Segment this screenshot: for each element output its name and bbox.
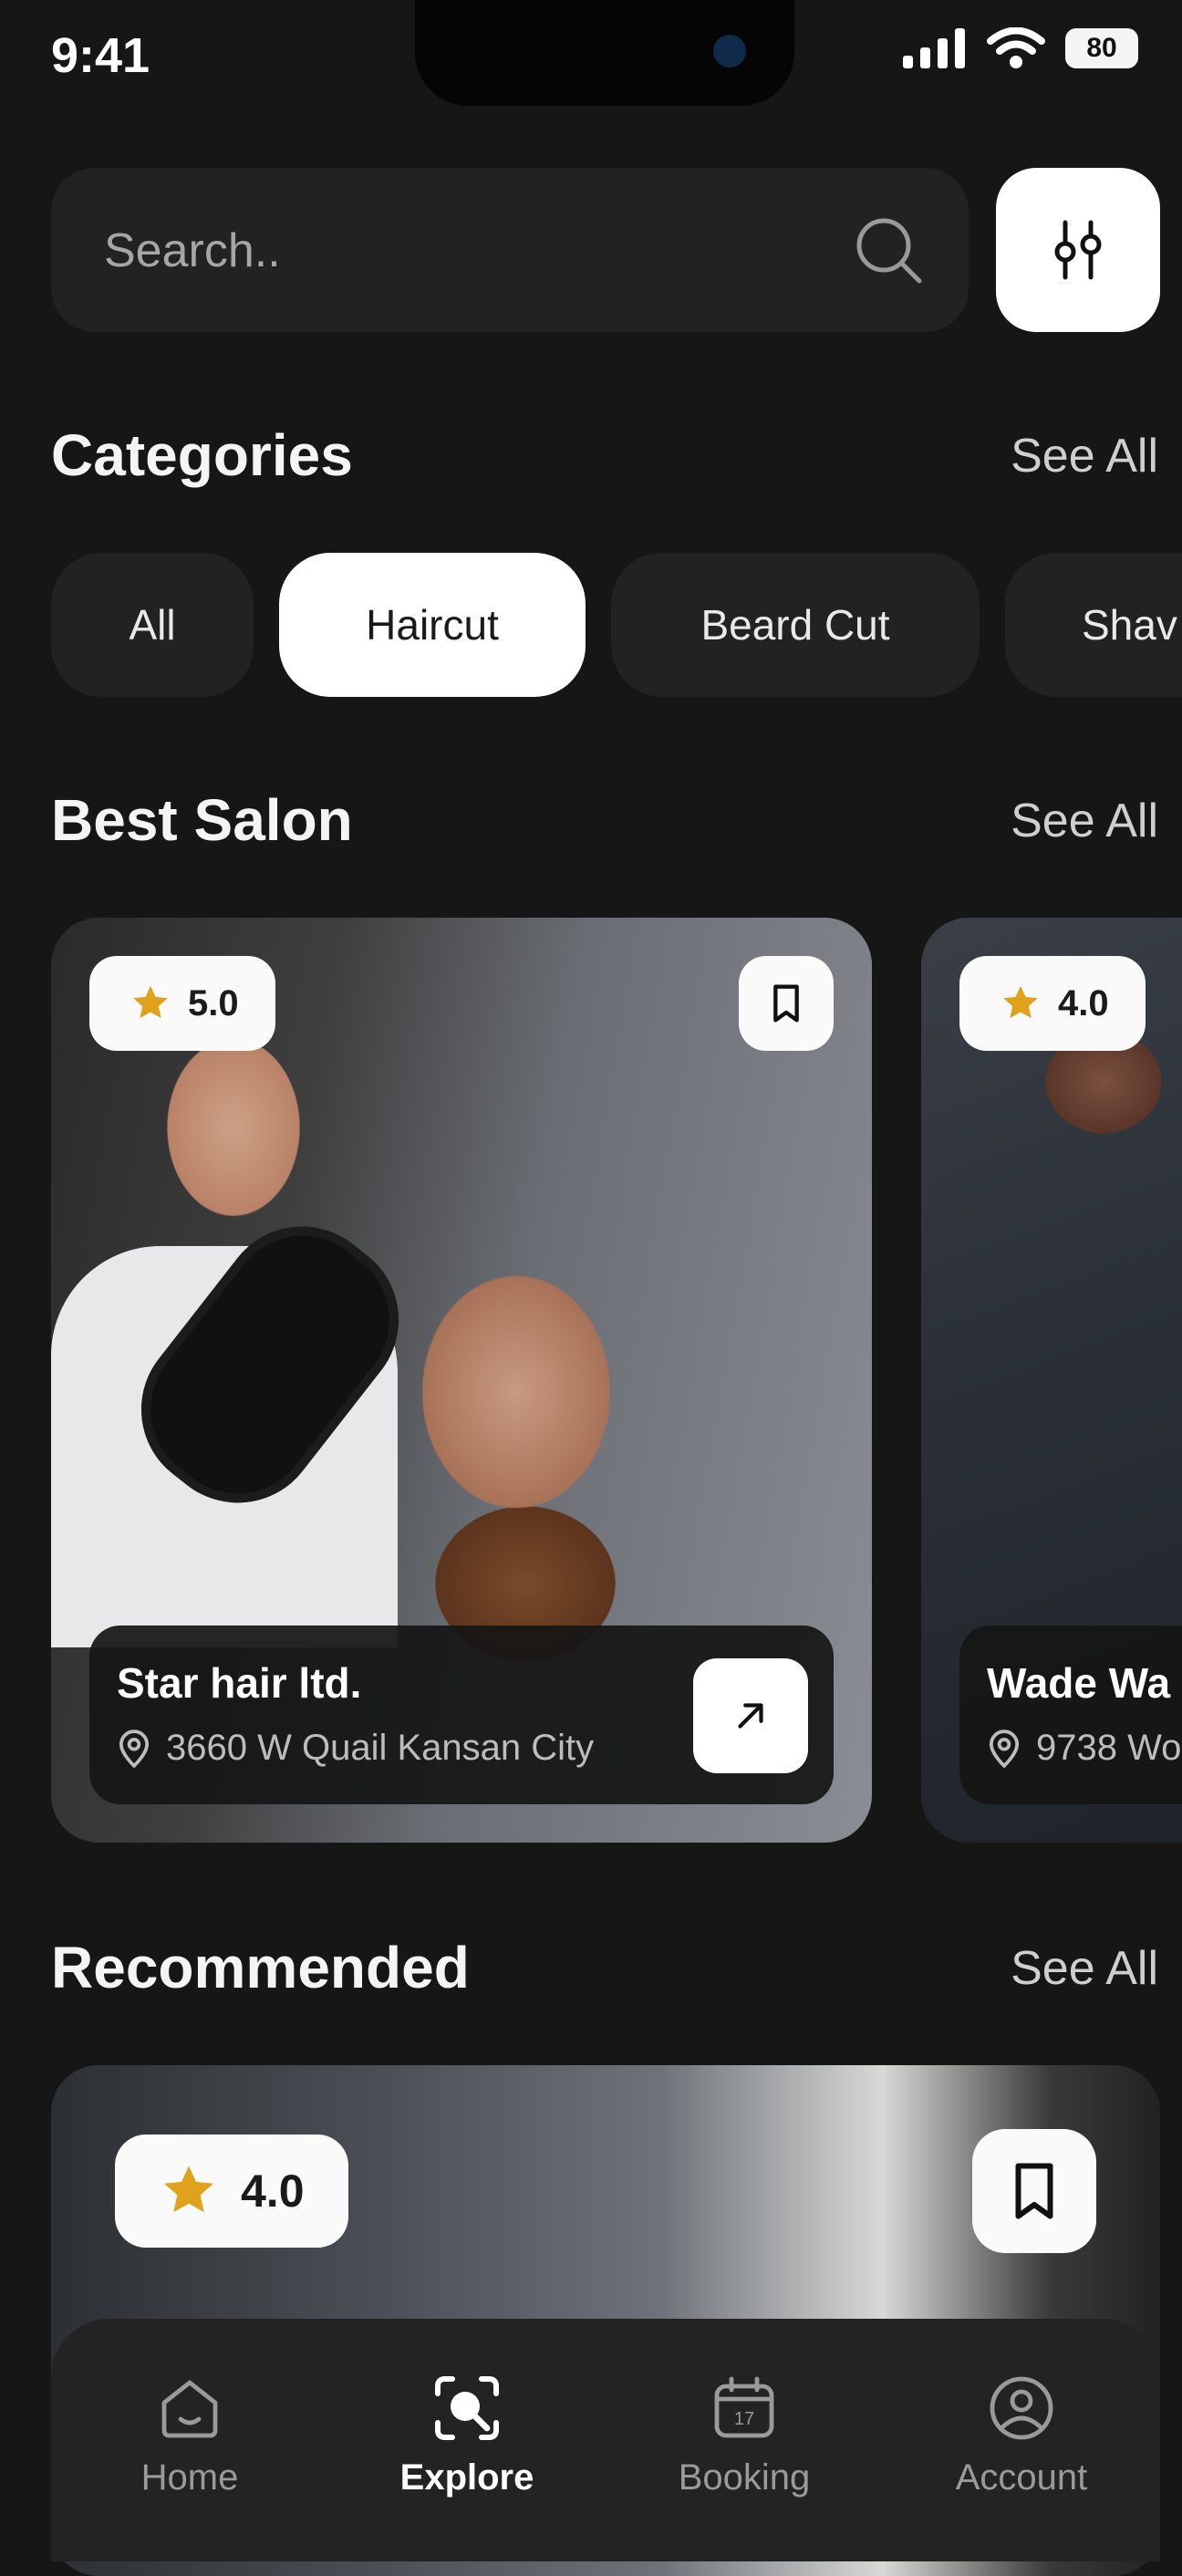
explore-icon bbox=[435, 2376, 499, 2440]
location-pin-icon bbox=[989, 1729, 1020, 1768]
recommended-title: Recommended bbox=[51, 1935, 470, 2000]
salon-address: 9738 Wo bbox=[987, 1728, 1181, 1769]
filter-button[interactable] bbox=[996, 168, 1160, 332]
bottom-nav: Home Explore 17 Booking Account bbox=[51, 2319, 1160, 2561]
nav-home-label: Home bbox=[140, 2457, 239, 2498]
best-salon-title: Best Salon bbox=[51, 787, 353, 853]
status-time: 9:41 bbox=[51, 28, 150, 83]
salon-address-text: 9738 Wo bbox=[1036, 1728, 1182, 1768]
open-salon-button[interactable] bbox=[693, 1658, 808, 1773]
search-input[interactable] bbox=[102, 168, 854, 334]
star-icon bbox=[133, 985, 168, 1019]
recommended-see-all-link[interactable]: See All bbox=[1011, 1941, 1158, 1996]
salon-name: Wade Wa bbox=[987, 1659, 1171, 1707]
nav-booking[interactable]: 17 Booking bbox=[644, 2372, 845, 2498]
search-bar[interactable] bbox=[51, 168, 969, 334]
categories-see-all-link[interactable]: See All bbox=[1011, 429, 1158, 483]
calendar-icon: 17 bbox=[714, 2376, 774, 2438]
best-salon-see-all-link[interactable]: See All bbox=[1011, 794, 1158, 848]
bookmark-button[interactable] bbox=[739, 956, 834, 1051]
chip-haircut[interactable]: Haircut bbox=[279, 553, 586, 697]
salon-address: 3660 W Quail Kansan City bbox=[117, 1728, 594, 1769]
salon-card[interactable]: 4.0 Wade Wa 9738 Wo bbox=[921, 918, 1182, 1843]
home-icon bbox=[161, 2380, 218, 2438]
chip-all[interactable]: All bbox=[51, 553, 254, 697]
battery-indicator: 80 bbox=[1065, 28, 1138, 68]
camera-indicator bbox=[713, 35, 746, 68]
rating-value: 4.0 bbox=[241, 2166, 305, 2217]
chip-beard-cut[interactable]: Beard Cut bbox=[611, 553, 980, 697]
rating-badge: 4.0 bbox=[959, 956, 1146, 1051]
star-icon bbox=[164, 2166, 213, 2213]
rating-value: 4.0 bbox=[1058, 982, 1109, 1023]
status-icons: 80 bbox=[903, 27, 1138, 69]
salon-info-panel: Wade Wa 9738 Wo bbox=[959, 1626, 1182, 1804]
search-icon[interactable] bbox=[852, 213, 925, 286]
star-icon bbox=[1003, 985, 1038, 1019]
rating-badge: 5.0 bbox=[89, 956, 275, 1051]
nav-explore-label: Explore bbox=[399, 2457, 534, 2498]
category-chips: All Haircut Beard Cut Shav bbox=[51, 553, 1182, 697]
arrow-up-right-icon bbox=[738, 1703, 763, 1729]
chip-shave[interactable]: Shav bbox=[1005, 553, 1182, 697]
account-icon bbox=[990, 2376, 1053, 2440]
nav-account[interactable]: Account bbox=[921, 2372, 1122, 2498]
sliders-icon bbox=[1054, 220, 1102, 280]
salon-address-text: 3660 W Quail Kansan City bbox=[166, 1728, 595, 1768]
bookmark-icon bbox=[1015, 2163, 1053, 2219]
location-pin-icon bbox=[119, 1729, 150, 1768]
salon-info-panel: Star hair ltd. 3660 W Quail Kansan City bbox=[89, 1626, 834, 1804]
salon-name: Star hair ltd. bbox=[117, 1659, 362, 1707]
nav-account-label: Account bbox=[955, 2457, 1088, 2498]
rating-badge: 4.0 bbox=[115, 2135, 348, 2248]
svg-text:17: 17 bbox=[734, 2409, 754, 2429]
rating-value: 5.0 bbox=[188, 982, 239, 1023]
signal-icon bbox=[903, 28, 965, 68]
bookmark-button[interactable] bbox=[972, 2129, 1096, 2253]
categories-title: Categories bbox=[51, 422, 353, 488]
nav-booking-label: Booking bbox=[678, 2457, 811, 2498]
salon-card[interactable]: 5.0 Star hair ltd. 3660 W Quail Kansan C… bbox=[51, 918, 872, 1843]
wifi-icon bbox=[987, 27, 1045, 68]
nav-home[interactable]: Home bbox=[89, 2372, 290, 2498]
nav-explore[interactable]: Explore bbox=[367, 2372, 567, 2498]
bookmark-icon bbox=[773, 984, 799, 1023]
